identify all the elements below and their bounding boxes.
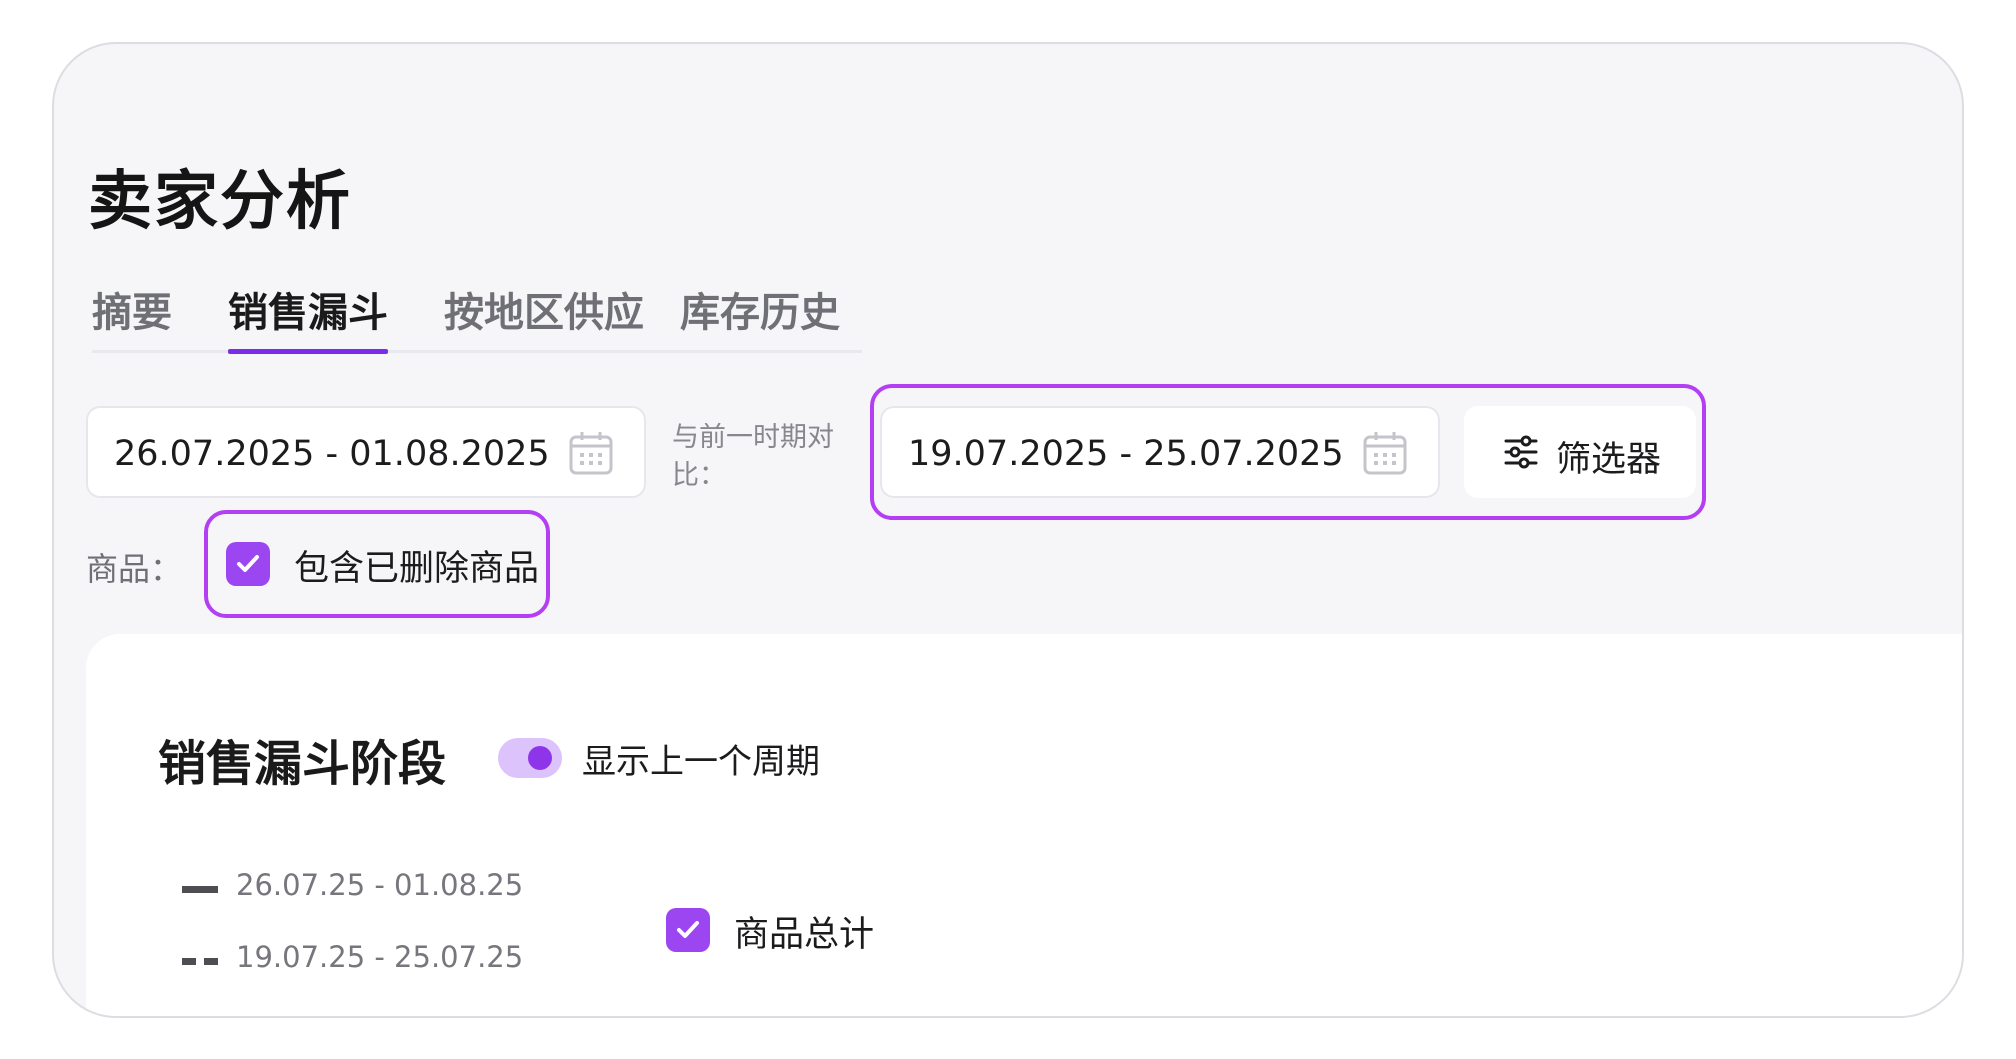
tab-summary[interactable]: 摘要 <box>92 280 172 350</box>
filters-button-label: 筛选器 <box>1556 440 1662 480</box>
include-deleted-label: 包含已删除商品 <box>294 549 540 589</box>
legend-dashed-line-icon <box>182 958 218 965</box>
current-period-value: 26.07.2025 - 01.08.2025 <box>114 434 550 474</box>
total-goods-label: 商品总计 <box>734 915 875 955</box>
sales-funnel-card: 销售漏斗阶段 显示上一个周期 26.07.25 - 01.08.25 19.07… <box>86 634 1962 1016</box>
show-previous-period-toggle[interactable] <box>498 738 562 778</box>
tab-bar: 摘要 销售漏斗 按地区供应 库存历史 <box>92 280 862 354</box>
include-deleted-checkbox[interactable] <box>226 542 270 586</box>
sliders-icon <box>1504 435 1538 469</box>
calendar-icon <box>1363 432 1407 475</box>
compare-period-label: 与前一时期对比： <box>672 422 834 491</box>
legend-solid-line-icon <box>182 886 218 893</box>
tab-sales-funnel[interactable]: 销售漏斗 <box>228 280 388 354</box>
show-previous-period-label: 显示上一个周期 <box>582 742 820 782</box>
previous-period-date-field[interactable]: 19.07.2025 - 25.07.2025 <box>880 406 1440 498</box>
seller-analytics-panel: 卖家分析 摘要 销售漏斗 按地区供应 库存历史 26.07.2025 - 01.… <box>52 42 1964 1018</box>
checkmark-icon <box>237 555 259 572</box>
calendar-icon <box>569 432 613 475</box>
total-goods-checkbox[interactable] <box>666 908 710 952</box>
tab-supply-by-region[interactable]: 按地区供应 <box>444 280 644 350</box>
current-period-date-field[interactable]: 26.07.2025 - 01.08.2025 <box>86 406 646 498</box>
tab-inventory-history[interactable]: 库存历史 <box>680 280 840 350</box>
page-title: 卖家分析 <box>88 165 352 239</box>
funnel-section-title: 销售漏斗阶段 <box>158 736 447 792</box>
toggle-knob <box>528 746 552 770</box>
legend-previous-period: 19.07.25 - 25.07.25 <box>236 940 524 974</box>
goods-label: 商品： <box>86 550 183 588</box>
previous-period-value: 19.07.2025 - 25.07.2025 <box>908 434 1344 474</box>
checkmark-icon <box>677 921 699 938</box>
filters-button[interactable]: 筛选器 <box>1464 406 1696 498</box>
legend-current-period: 26.07.25 - 01.08.25 <box>236 868 524 902</box>
